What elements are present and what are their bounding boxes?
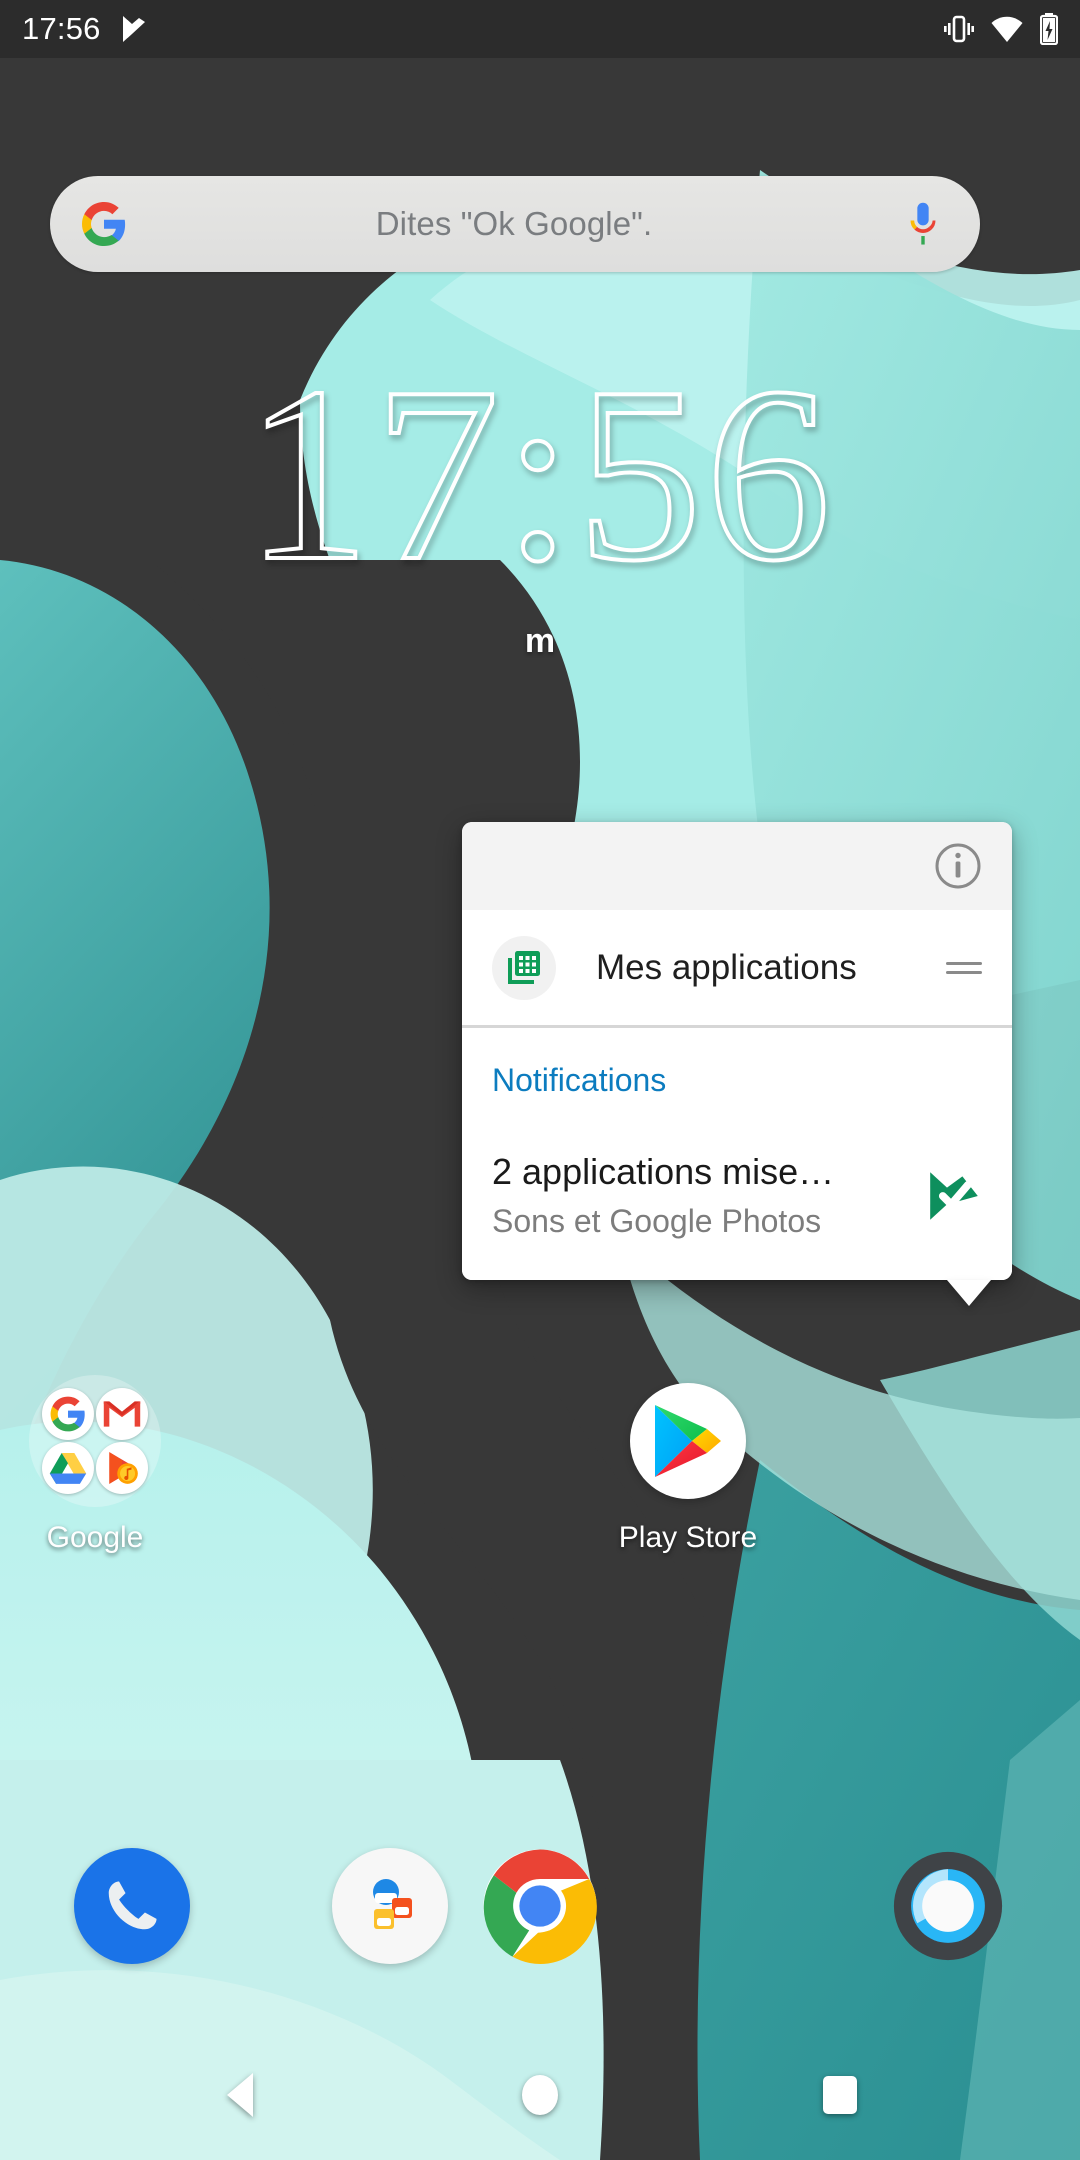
google-mic-icon[interactable] <box>906 201 940 247</box>
google-g-icon <box>82 202 126 246</box>
folder-mini-drive <box>42 1442 94 1494</box>
notification-title: 2 applications mise… <box>492 1151 835 1192</box>
play-store-update-check-icon <box>930 1171 978 1220</box>
status-bar-clock: 17:56 <box>22 11 101 46</box>
info-icon[interactable] <box>934 842 982 890</box>
play-music-icon <box>109 1452 138 1484</box>
home-icon-label: Google <box>46 1521 144 1554</box>
popup-header <box>462 822 1012 910</box>
status-bar-system-icons <box>944 13 1058 45</box>
folder-mini-google <box>42 1388 94 1440</box>
app-shortcut-popup[interactable]: Mes applications Notifications 2 applica… <box>462 822 1012 1306</box>
back-triangle-icon <box>227 2073 253 2117</box>
phone-icon-wrap[interactable] <box>66 1840 198 1972</box>
folder-mini-gmail <box>96 1388 148 1440</box>
folder-mini-play-music <box>96 1442 148 1494</box>
contacts-folder-glyph <box>373 1879 412 1929</box>
camera-icon-wrap[interactable] <box>882 1840 1014 1972</box>
home-icon-label: Play Store <box>618 1521 758 1554</box>
popup-shortcut-label: Mes applications <box>596 947 857 987</box>
dock-item-camera[interactable] <box>858 1840 1038 1972</box>
chrome-icon-wrap[interactable] <box>474 1840 606 1972</box>
android-home-screen: 17:56 Dites "Ok Google". m Google Play S… <box>0 0 1080 2160</box>
battery-charging-icon <box>1040 13 1058 45</box>
dock-item-phone[interactable] <box>42 1840 222 1972</box>
play-store-update-icon <box>122 16 145 42</box>
google-search-widget[interactable]: Dites "Ok Google". <box>50 176 980 272</box>
phone-icon[interactable] <box>74 1848 190 1964</box>
vibrate-icon <box>944 15 974 43</box>
play-store-icon[interactable] <box>630 1383 746 1499</box>
recents-square-icon <box>823 2076 857 2114</box>
status-bar-notification-icons <box>121 14 147 44</box>
home-icon-google-folder[interactable]: Google <box>0 1375 195 1555</box>
my-apps-grid-icon-badge <box>492 935 556 1000</box>
dock-item-chrome[interactable] <box>450 1840 630 1972</box>
notification-subtitle: Sons et Google Photos <box>492 1203 822 1239</box>
popup-tail <box>947 1280 991 1306</box>
home-circle-icon <box>522 2075 558 2115</box>
navigation-bar[interactable] <box>0 2030 1080 2160</box>
play-store-icon-wrap[interactable] <box>622 1375 754 1507</box>
chrome-icon[interactable] <box>481 1847 599 1965</box>
home-icon-play-store[interactable]: Play Store <box>588 1375 788 1555</box>
dock <box>0 1840 1080 2000</box>
gmail-icon <box>103 1401 141 1427</box>
popup-shortcut-mes-applications[interactable]: Mes applications <box>462 910 1012 1028</box>
wifi-icon <box>991 16 1023 42</box>
nav-recents-button[interactable] <box>760 2030 920 2160</box>
drive-icon <box>49 1452 87 1484</box>
notifications-heading: Notifications <box>492 1062 667 1098</box>
camera-icon[interactable] <box>889 1847 1007 1965</box>
drag-handle-icon[interactable] <box>946 957 982 979</box>
contacts-folder-icon-wrap[interactable] <box>324 1840 456 1972</box>
google-folder-icon[interactable] <box>29 1375 161 1507</box>
nav-back-button[interactable] <box>160 2030 320 2160</box>
my-apps-grid-icon <box>508 950 540 984</box>
nav-home-button[interactable] <box>460 2030 620 2160</box>
popup-notifications-section: Notifications 2 applications mise… Sons … <box>462 1028 1012 1280</box>
notification-texts: 2 applications mise… Sons et Google Phot… <box>492 1151 912 1240</box>
status-bar[interactable]: 17:56 <box>0 0 1080 58</box>
google-g-icon <box>50 1396 85 1432</box>
search-hint-text: Dites "Ok Google". <box>375 205 653 242</box>
notification-item[interactable]: 2 applications mise… Sons et Google Phot… <box>492 1151 982 1240</box>
handset-glyph <box>108 1881 157 1930</box>
folder-preview-grid <box>29 1375 161 1507</box>
contacts-folder-icon[interactable] <box>332 1848 448 1964</box>
play-triangle-icon <box>655 1405 721 1477</box>
